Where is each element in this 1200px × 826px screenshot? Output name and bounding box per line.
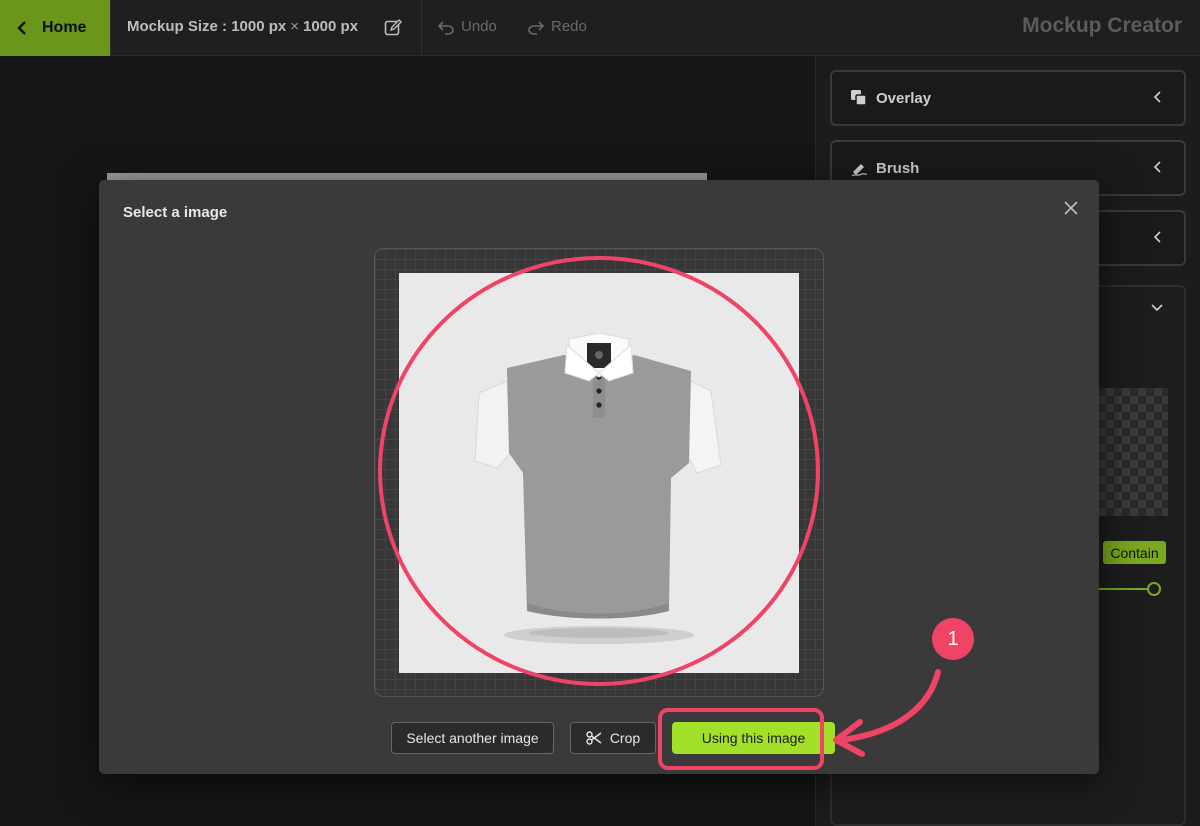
size-times: × [290, 18, 299, 35]
close-icon[interactable] [1063, 200, 1079, 216]
undo-icon [437, 20, 454, 35]
crop-label: Crop [609, 730, 641, 746]
select-another-label: Select another image [406, 730, 539, 746]
mockup-size: Mockup Size : 1000 px × 1000 px [127, 18, 358, 35]
home-label: Home [42, 19, 87, 36]
slider-knob[interactable] [1147, 582, 1161, 596]
redo-button[interactable]: Redo [527, 18, 587, 35]
divider [421, 0, 422, 56]
brush-icon [851, 164, 868, 177]
panel-overlay[interactable]: Overlay [830, 70, 1186, 126]
divider [110, 0, 111, 56]
arrow-icon [833, 669, 941, 757]
home-button[interactable]: Home [0, 0, 110, 56]
undo-label: Undo [461, 18, 497, 35]
transparency-preview [1098, 388, 1168, 516]
chevron-left-icon [1153, 231, 1161, 243]
panel-overlay-label: Overlay [876, 89, 932, 107]
app-title: Mockup Creator [1022, 14, 1182, 37]
crop-button[interactable]: Crop [570, 722, 656, 754]
redo-label: Redo [551, 18, 587, 35]
chevron-left-icon [1153, 161, 1161, 173]
scissors-icon [586, 731, 602, 745]
select-another-image-button[interactable]: Select another image [391, 722, 554, 754]
top-bar: Home Mockup Size : 1000 px × 1000 px Undo … [0, 0, 1200, 56]
size-prefix: Mockup Size : [127, 18, 228, 35]
highlight-box [658, 708, 824, 770]
redo-icon [528, 20, 545, 35]
contain-button[interactable]: Contain [1103, 541, 1166, 564]
highlight-circle [378, 256, 820, 686]
panel-brush-label: Brush [876, 159, 920, 177]
size-width: 1000 px [231, 18, 287, 35]
edit-icon[interactable] [383, 18, 403, 38]
slider-track[interactable] [1098, 588, 1150, 590]
chevron-left-icon [1153, 91, 1161, 103]
layers-icon [851, 90, 867, 106]
modal-title: Select a image [123, 204, 228, 221]
chevron-down-icon[interactable] [1150, 302, 1164, 314]
chevron-left-icon [17, 21, 26, 35]
undo-button[interactable]: Undo [437, 18, 497, 35]
size-height: 1000 px [303, 18, 359, 35]
